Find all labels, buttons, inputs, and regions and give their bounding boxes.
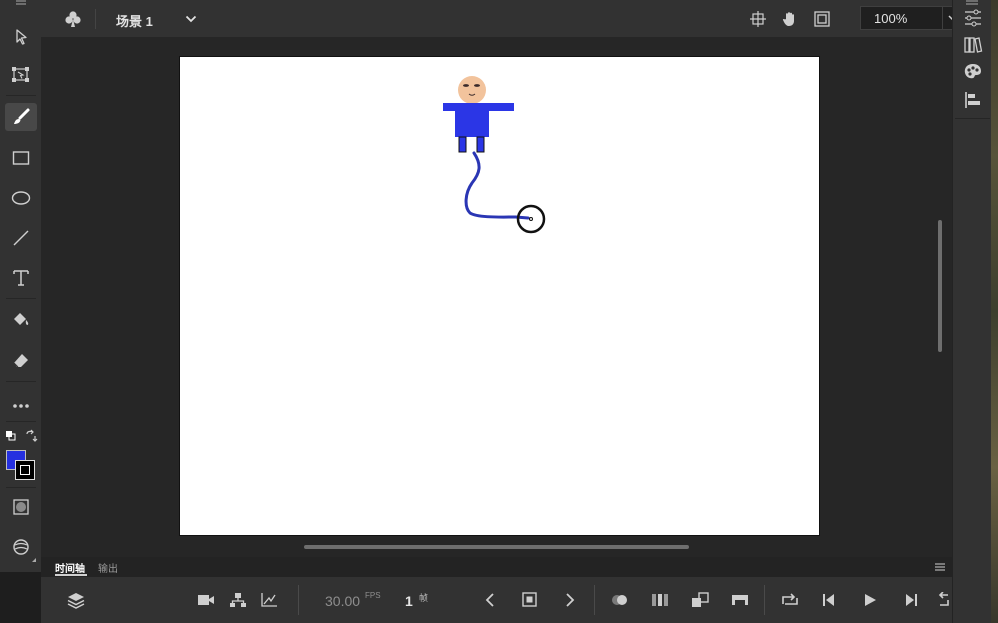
frame-value[interactable]: 1: [405, 593, 413, 609]
tab-timeline[interactable]: 时间轴: [55, 560, 85, 575]
brush-cursor-icon: [516, 204, 546, 234]
character-left-leg: [458, 136, 467, 153]
text-icon[interactable]: [5, 264, 37, 292]
step-forward-icon[interactable]: [899, 590, 921, 610]
more-tools-icon[interactable]: [5, 392, 37, 420]
next-keyframe-icon[interactable]: [559, 590, 581, 610]
parenting-icon[interactable]: [227, 590, 249, 610]
insert-keyframe-icon[interactable]: [519, 590, 541, 610]
stroke-color-swatch[interactable]: [15, 460, 35, 480]
loop-range-icon[interactable]: [729, 590, 751, 610]
properties-icon[interactable]: [963, 8, 983, 28]
panel-menu-icon[interactable]: [14, 0, 28, 6]
vertical-scrollbar[interactable]: [938, 220, 942, 352]
brush-stroke: [464, 151, 530, 220]
swatches-icon[interactable]: [963, 62, 983, 82]
fps-value[interactable]: 30.00: [325, 593, 360, 609]
align-icon[interactable]: [963, 90, 983, 110]
chevron-down-icon[interactable]: [180, 8, 202, 30]
swap-colors-icon[interactable]: [24, 429, 38, 443]
clip-canvas-icon[interactable]: [811, 8, 833, 30]
sync-symbols-icon[interactable]: [689, 590, 711, 610]
edit-multiple-frames-icon[interactable]: [649, 590, 671, 610]
asset-warp-icon[interactable]: [5, 533, 37, 561]
character-right-leg: [476, 136, 485, 153]
corner-indicator-icon: [32, 558, 36, 562]
graph-icon[interactable]: [258, 590, 280, 610]
brush-icon[interactable]: [5, 103, 37, 131]
character-torso: [455, 105, 489, 137]
camera-icon[interactable]: [195, 590, 217, 610]
drawing-layer: [443, 76, 546, 234]
layers-icon[interactable]: [65, 590, 87, 610]
oval-icon[interactable]: [5, 184, 37, 212]
free-transform-icon[interactable]: [5, 61, 37, 89]
timeline-menu-icon[interactable]: [934, 562, 946, 572]
frame-unit: 帧: [419, 593, 429, 603]
stick-figure-character[interactable]: [443, 76, 514, 153]
hand-rotate-icon[interactable]: [779, 8, 801, 30]
zoom-field[interactable]: 100%: [860, 6, 964, 30]
onion-skin-icon[interactable]: [609, 590, 631, 610]
timeline-controls: 30.00 FPS 1 帧: [41, 577, 952, 623]
rectangle-icon[interactable]: [5, 144, 37, 172]
timeline-panel: 时间轴 输出 30.00 FPS 1 帧: [41, 557, 952, 623]
scene-clubs-icon[interactable]: [62, 8, 84, 30]
previous-keyframe-icon[interactable]: [479, 590, 501, 610]
character-head: [458, 76, 486, 104]
left-toolbar: [0, 0, 42, 572]
selection-arrow-icon[interactable]: [5, 23, 37, 51]
timeline-tab-bar: 时间轴 输出: [41, 557, 952, 577]
center-stage-icon[interactable]: [747, 8, 769, 30]
stage-header-bar: 场景 1 100%: [41, 0, 964, 38]
line-icon[interactable]: [5, 224, 37, 252]
eraser-icon[interactable]: [5, 346, 37, 374]
scene-name: 场景 1: [116, 14, 153, 29]
default-colors-icon[interactable]: [5, 430, 17, 442]
loop-playback-icon[interactable]: [779, 590, 801, 610]
go-to-first-frame-icon[interactable]: [934, 590, 952, 610]
right-panel-dock: [952, 0, 992, 623]
desktop-background-strip: [991, 0, 998, 623]
object-drawing-icon[interactable]: [5, 493, 37, 521]
paint-bucket-icon[interactable]: [5, 306, 37, 334]
zoom-value: 100%: [874, 11, 908, 26]
horizontal-scrollbar[interactable]: [304, 545, 689, 549]
step-backward-icon[interactable]: [819, 590, 841, 610]
tab-output[interactable]: 输出: [98, 560, 118, 575]
dock-menu-icon[interactable]: [965, 0, 979, 5]
fps-unit: FPS: [365, 591, 381, 600]
play-icon[interactable]: [859, 590, 881, 610]
library-icon[interactable]: [963, 35, 983, 55]
stage-canvas[interactable]: [180, 57, 819, 535]
